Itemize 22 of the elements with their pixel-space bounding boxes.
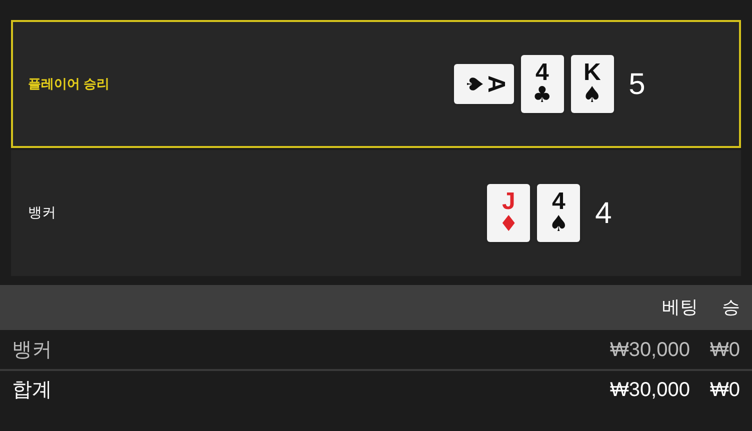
card-rank: K [583,61,601,85]
hand-label: 뱅커 [28,204,56,220]
card-suit: ♠ [582,85,602,107]
card-suit: ♠ [548,214,569,236]
column-header: 베팅 [662,296,698,319]
card-rank: 4 [552,190,566,214]
card-rank: A [484,75,508,93]
table-cell-text: ₩30,000 [610,338,690,362]
table-cell-text: ₩0 [710,338,740,362]
card-rank: J [502,190,516,214]
table-cell-text: ₩0 [710,378,740,402]
card-rank: 4 [535,61,549,85]
column-header: 승 [722,296,740,319]
card-suit: ♦ [498,214,519,236]
row-label: 합계 [12,378,53,402]
table-cell-text: ₩30,000 [610,378,690,402]
card-suit: ♣ [532,85,552,107]
hand-total: 5 [628,66,646,102]
hand-total: 4 [595,196,612,232]
card-suit: ♠ [462,74,484,94]
row-label: 뱅커 [12,338,53,362]
hand-label: 플레이어 승리 [28,76,110,91]
